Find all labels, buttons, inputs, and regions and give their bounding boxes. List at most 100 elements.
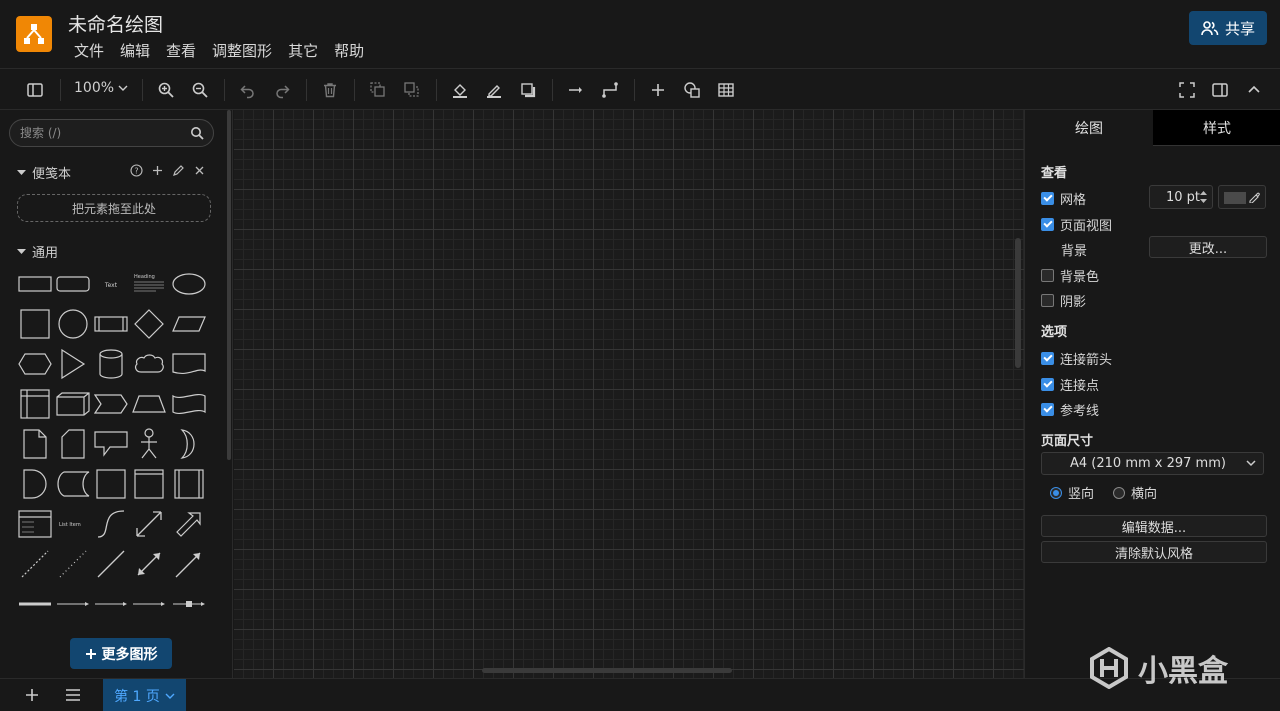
shape-link[interactable]	[16, 585, 54, 623]
page-view-option[interactable]: 页面视图	[1041, 215, 1112, 234]
shape-textbox[interactable]: Heading	[130, 265, 168, 303]
general-shapes-header[interactable]: 通用	[17, 242, 58, 261]
shape-connector-3labels[interactable]	[130, 585, 168, 623]
shape-note[interactable]	[16, 425, 54, 463]
shadow-button[interactable]	[517, 79, 539, 101]
shape-rectangle[interactable]	[16, 265, 54, 303]
connection-arrows-checkbox[interactable]	[1041, 352, 1054, 365]
shape-bidirectional-arrow[interactable]	[130, 505, 168, 543]
shape-card[interactable]	[54, 425, 92, 463]
format-panel-toggle[interactable]	[24, 79, 46, 101]
close-icon[interactable]	[193, 164, 206, 177]
page-view-checkbox[interactable]	[1041, 218, 1054, 231]
shape-list-item[interactable]: List Item	[54, 505, 92, 543]
connection-arrows-option[interactable]: 连接箭头	[1041, 349, 1112, 368]
shape-ellipse[interactable]	[170, 265, 208, 303]
scratchpad-dropzone[interactable]: 把元素拖至此处	[17, 194, 211, 222]
tab-diagram[interactable]: 绘图	[1025, 110, 1153, 146]
line-color-button[interactable]	[483, 79, 505, 101]
shape-circle[interactable]	[54, 305, 92, 343]
connection-points-checkbox[interactable]	[1041, 378, 1054, 391]
shape-or[interactable]	[170, 425, 208, 463]
zoom-out-button[interactable]	[189, 79, 211, 101]
shape-bidirectional-connector[interactable]	[130, 545, 168, 583]
shadow-checkbox[interactable]	[1041, 294, 1054, 307]
toggle-format-panel-button[interactable]	[1209, 79, 1231, 101]
fullscreen-button[interactable]	[1176, 79, 1198, 101]
fill-color-button[interactable]	[449, 79, 471, 101]
shape-callout[interactable]	[92, 425, 130, 463]
menu-edit[interactable]: 编辑	[112, 40, 158, 61]
canvas-vertical-scrollbar[interactable]	[1015, 238, 1021, 368]
shape-list[interactable]	[16, 505, 54, 543]
drawing-canvas[interactable]	[234, 110, 1024, 678]
menu-arrange[interactable]: 调整图形	[204, 40, 280, 61]
background-color-checkbox[interactable]	[1041, 269, 1054, 282]
shape-tape[interactable]	[170, 385, 208, 423]
table-button[interactable]	[715, 79, 737, 101]
shape-connector-2labels[interactable]	[92, 585, 130, 623]
landscape-option[interactable]: 横向	[1113, 483, 1157, 502]
to-front-button[interactable]	[367, 79, 389, 101]
shape-dotted-line[interactable]	[54, 545, 92, 583]
shape-square[interactable]	[16, 305, 54, 343]
undo-button[interactable]	[237, 79, 259, 101]
guides-option[interactable]: 参考线	[1041, 400, 1099, 419]
insert-button[interactable]	[647, 79, 669, 101]
zoom-in-button[interactable]	[155, 79, 177, 101]
plus-icon[interactable]	[151, 164, 164, 177]
tab-style[interactable]: 样式	[1153, 110, 1280, 146]
shape-curve[interactable]	[92, 505, 130, 543]
shape-panel-scrollbar[interactable]	[227, 110, 231, 460]
shape-directional-connector[interactable]	[170, 545, 208, 583]
shape-dashed-line[interactable]	[16, 545, 54, 583]
shape-internal-storage[interactable]	[16, 385, 54, 423]
menu-help[interactable]: 帮助	[326, 40, 372, 61]
chevron-down-icon[interactable]	[165, 691, 175, 701]
search-input[interactable]	[20, 124, 180, 142]
spinner-icon[interactable]	[1199, 189, 1208, 205]
share-button[interactable]: 共享	[1189, 11, 1267, 45]
canvas-horizontal-scrollbar[interactable]	[482, 668, 732, 673]
shape-triangle[interactable]	[54, 345, 92, 383]
shape-document[interactable]	[170, 345, 208, 383]
scratchpad-header[interactable]: 便笺本	[17, 163, 71, 182]
shape-cylinder[interactable]	[92, 345, 130, 383]
shape-connector-symbol[interactable]	[170, 585, 208, 623]
shape-delay[interactable]	[16, 465, 54, 503]
add-page-button[interactable]	[21, 684, 43, 706]
shape-data-storage[interactable]	[54, 465, 92, 503]
portrait-option[interactable]: 竖向	[1050, 483, 1094, 502]
menu-file[interactable]: 文件	[66, 40, 112, 61]
redo-button[interactable]	[271, 79, 293, 101]
grid-size-input[interactable]: 10 pt	[1149, 185, 1213, 209]
shape-trapezoid[interactable]	[130, 385, 168, 423]
change-background-button[interactable]: 更改...	[1149, 236, 1267, 258]
document-title[interactable]: 未命名绘图	[68, 10, 163, 37]
clear-default-style-button[interactable]: 清除默认风格	[1041, 541, 1267, 563]
shape-text[interactable]: Text	[92, 265, 130, 303]
waypoints-button[interactable]	[599, 79, 621, 101]
menu-extras[interactable]: 其它	[280, 40, 326, 61]
portrait-radio[interactable]	[1050, 486, 1062, 499]
edit-data-button[interactable]: 编辑数据...	[1041, 515, 1267, 537]
background-color-option[interactable]: 背景色	[1041, 266, 1099, 285]
pages-menu-button[interactable]	[62, 684, 84, 706]
landscape-radio[interactable]	[1113, 486, 1125, 499]
grid-color-picker[interactable]	[1218, 185, 1266, 209]
edit-icon[interactable]	[172, 164, 185, 177]
shape-parallelogram[interactable]	[170, 305, 208, 343]
insert-shape-button[interactable]	[681, 79, 703, 101]
search-icon[interactable]	[190, 126, 204, 144]
delete-button[interactable]	[319, 79, 341, 101]
shape-diamond[interactable]	[130, 305, 168, 343]
shape-rounded-rectangle[interactable]	[54, 265, 92, 303]
shape-cloud[interactable]	[130, 345, 168, 383]
shape-process[interactable]	[92, 305, 130, 343]
shape-container[interactable]	[92, 465, 130, 503]
menu-view[interactable]: 查看	[158, 40, 204, 61]
more-shapes-button[interactable]: 更多图形	[70, 638, 172, 669]
shape-swimlane[interactable]	[130, 465, 168, 503]
help-icon[interactable]: ?	[130, 164, 143, 177]
connection-style-button[interactable]	[565, 79, 587, 101]
